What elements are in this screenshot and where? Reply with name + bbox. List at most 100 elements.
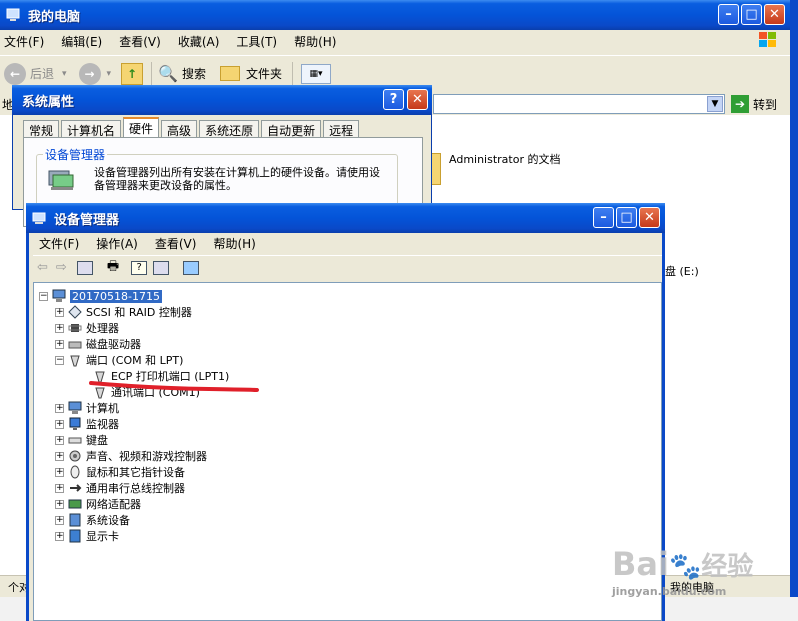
- menu-edit[interactable]: 编辑(E): [61, 33, 102, 50]
- tree-node[interactable]: + 鼠标和其它指针设备: [55, 464, 185, 480]
- dm-forward-icon[interactable]: ⇨: [56, 260, 67, 275]
- forward-button[interactable]: → ▾: [78, 62, 111, 85]
- address-input[interactable]: ▼: [433, 94, 725, 114]
- mouse-icon: [68, 465, 82, 479]
- dm-back-icon[interactable]: ⇦: [37, 260, 48, 275]
- device-manager-minimize-button[interactable]: –: [593, 207, 614, 228]
- folders-label: 文件夹: [246, 67, 283, 81]
- menu-favorites[interactable]: 收藏(A): [178, 33, 220, 50]
- expand-icon[interactable]: +: [55, 435, 64, 445]
- device-manager-icon: [32, 211, 46, 225]
- tree-node-label: 键盘: [86, 434, 108, 447]
- print-icon[interactable]: 🖶: [107, 257, 119, 279]
- tree-node-label: 端口 (COM 和 LPT): [86, 354, 184, 367]
- expand-icon[interactable]: +: [55, 499, 64, 509]
- expand-icon[interactable]: +: [55, 403, 64, 413]
- tab-computer-name[interactable]: 计算机名: [61, 120, 122, 138]
- show-hide-tree-icon[interactable]: [76, 260, 93, 275]
- dm-menu-help[interactable]: 帮助(H): [213, 235, 255, 252]
- expand-icon[interactable]: +: [55, 515, 64, 525]
- address-dropdown-icon[interactable]: ▼: [707, 96, 723, 112]
- back-button[interactable]: ← 后退 ▾: [4, 62, 67, 85]
- up-folder-icon[interactable]: ↑: [121, 62, 144, 85]
- menu-view[interactable]: 查看(V): [119, 33, 161, 50]
- device-tree: − 20170518-1715 + SCSI 和 RAID 控制器 + 处理器 + 磁盘驱…: [33, 282, 662, 621]
- device-manager-window: 设备管理器 – □ ✕ 文件(F) 操作(A) 查看(V) 帮助(H) ⇦ ⇨ …: [26, 203, 665, 621]
- tree-node[interactable]: + 处理器: [55, 320, 119, 336]
- go-button[interactable]: ➔ 转到: [731, 95, 777, 113]
- device-manager-title-bar[interactable]: 设备管理器 – □ ✕: [26, 203, 665, 233]
- tree-node-label: 计算机: [86, 402, 119, 415]
- usb-icon: [68, 481, 82, 495]
- my-documents-label: Administrator 的文档: [449, 153, 561, 166]
- tree-node[interactable]: + 通用串行总线控制器: [55, 480, 185, 496]
- my-computer-title-bar[interactable]: 我的电脑 – □ ✕: [0, 0, 790, 30]
- help-button[interactable]: ?: [383, 89, 404, 110]
- expand-icon[interactable]: +: [55, 483, 64, 493]
- expand-icon[interactable]: +: [55, 307, 64, 317]
- device-manager-maximize-button[interactable]: □: [616, 207, 637, 228]
- tree-node[interactable]: + 监视器: [55, 416, 119, 432]
- properties-icon[interactable]: ?: [131, 260, 148, 275]
- collapse-root-icon[interactable]: −: [39, 291, 48, 301]
- close-button[interactable]: ✕: [764, 4, 785, 25]
- views-button[interactable]: ▦▾: [301, 63, 332, 84]
- tree-node-label: SCSI 和 RAID 控制器: [86, 306, 192, 319]
- tab-remote[interactable]: 远程: [323, 120, 360, 138]
- dm-menu-view[interactable]: 查看(V): [155, 235, 197, 252]
- system-properties-title-bar[interactable]: 系统属性 ? ✕: [12, 85, 432, 115]
- expand-icon[interactable]: +: [55, 323, 64, 333]
- search-button[interactable]: 🔍 搜索: [158, 64, 206, 83]
- maximize-button[interactable]: □: [741, 4, 762, 25]
- device-manager-title: 设备管理器: [54, 212, 120, 228]
- back-arrow-icon: ←: [4, 62, 26, 85]
- tree-node-label: 声音、视频和游戏控制器: [86, 450, 207, 463]
- tree-node[interactable]: − 端口 (COM 和 LPT): [55, 352, 183, 368]
- expand-icon[interactable]: +: [55, 451, 64, 461]
- tab-hardware[interactable]: 硬件: [123, 117, 160, 138]
- folders-button[interactable]: 文件夹: [220, 65, 282, 82]
- drive-e-item[interactable]: 盘 (E:): [665, 263, 699, 279]
- expand-icon[interactable]: +: [55, 419, 64, 429]
- tree-node[interactable]: + SCSI 和 RAID 控制器: [55, 304, 192, 320]
- dm-menu-file[interactable]: 文件(F): [39, 235, 79, 252]
- tree-node[interactable]: + 系统设备: [55, 512, 130, 528]
- expand-icon[interactable]: +: [55, 339, 64, 349]
- red-underline-annotation: [89, 381, 259, 392]
- tree-node[interactable]: + 磁盘驱动器: [55, 336, 141, 352]
- system-properties-dialog: 系统属性 ? ✕ 常规 计算机名 硬件 高级 系统还原 自动更新 远程 设备管理…: [12, 85, 432, 227]
- menu-tools[interactable]: 工具(T): [236, 33, 277, 50]
- scan-hardware-icon[interactable]: [183, 260, 200, 275]
- port-icon: [68, 353, 82, 367]
- my-documents-item[interactable]: Administrator 的文档: [427, 153, 569, 185]
- tree-node[interactable]: + 网络适配器: [55, 496, 141, 512]
- window-right-border: [790, 0, 798, 597]
- tree-node[interactable]: + 键盘: [55, 432, 108, 448]
- tree-root[interactable]: − 20170518-1715: [39, 288, 162, 304]
- my-computer-icon: [6, 8, 20, 22]
- windows-logo: [758, 31, 778, 49]
- tab-auto-update[interactable]: 自动更新: [261, 120, 322, 138]
- dm-menu-action[interactable]: 操作(A): [96, 235, 138, 252]
- device-manager-toolbar: ⇦ ⇨ 🖶 ?: [33, 255, 662, 279]
- device-manager-close-button[interactable]: ✕: [639, 207, 660, 228]
- display-adapter-icon: [68, 529, 82, 543]
- tree-node-label: 磁盘驱动器: [86, 338, 141, 351]
- tab-system-restore[interactable]: 系统还原: [199, 120, 260, 138]
- menu-file[interactable]: 文件(F): [4, 33, 44, 50]
- tree-node[interactable]: + 显示卡: [55, 528, 119, 544]
- tab-advanced[interactable]: 高级: [161, 120, 198, 138]
- system-properties-close-button[interactable]: ✕: [407, 89, 428, 110]
- tree-node[interactable]: + 声音、视频和游戏控制器: [55, 448, 207, 464]
- device-manager-group-text: 设备管理器列出所有安装在计算机上的硬件设备。请使用设备管理器来更改设备的属性。: [94, 166, 380, 192]
- help-icon[interactable]: [153, 260, 170, 275]
- tree-node-label: 监视器: [86, 418, 119, 431]
- expand-icon[interactable]: +: [55, 467, 64, 477]
- tab-general[interactable]: 常规: [23, 120, 60, 138]
- collapse-icon[interactable]: −: [55, 355, 64, 365]
- tree-node[interactable]: + 计算机: [55, 400, 119, 416]
- go-arrow-icon: ➔: [731, 95, 749, 113]
- expand-icon[interactable]: +: [55, 531, 64, 541]
- minimize-button[interactable]: –: [718, 4, 739, 25]
- menu-help[interactable]: 帮助(H): [294, 33, 336, 50]
